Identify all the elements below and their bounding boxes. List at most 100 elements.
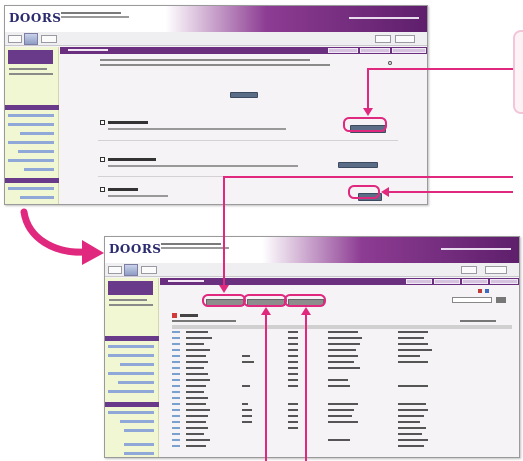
list-heading-blur — [180, 314, 198, 317]
help-button[interactable] — [461, 266, 477, 274]
section2-action-button[interactable] — [338, 162, 378, 168]
sidebar-item[interactable] — [108, 345, 154, 348]
table-cell — [288, 403, 298, 405]
table-row[interactable] — [172, 415, 180, 417]
tab[interactable] — [490, 279, 518, 284]
highlight-ring — [202, 294, 246, 307]
back-button[interactable] — [8, 35, 22, 43]
sidebar-item[interactable] — [8, 123, 54, 126]
sidebar-item[interactable] — [124, 429, 154, 432]
table-row[interactable] — [172, 361, 180, 363]
section-desc-blur — [108, 165, 298, 167]
sidebar-item[interactable] — [24, 168, 54, 171]
sidebar-item[interactable] — [8, 141, 54, 144]
section-checkbox[interactable] — [100, 187, 105, 192]
sidebar-item[interactable] — [120, 420, 154, 423]
sidebar-item[interactable] — [108, 411, 154, 414]
table-row[interactable] — [172, 445, 180, 447]
tab[interactable] — [328, 48, 358, 53]
table-cell — [186, 385, 206, 387]
intro-action-button[interactable] — [230, 92, 258, 98]
table-row[interactable] — [172, 433, 180, 435]
table-cell — [328, 421, 358, 423]
sidebar-item[interactable] — [108, 372, 154, 375]
table-row[interactable] — [172, 367, 180, 369]
arrowhead-icon — [363, 108, 373, 116]
table-header — [172, 325, 512, 329]
table-row[interactable] — [172, 385, 180, 387]
page-titlebar — [60, 47, 427, 54]
table-cell — [288, 367, 298, 369]
table-row[interactable] — [172, 337, 180, 339]
sidebar-brand-button[interactable] — [108, 281, 153, 295]
table-cell — [186, 391, 204, 393]
table-row[interactable] — [172, 373, 180, 375]
sidebar-item[interactable] — [108, 390, 154, 393]
table-row[interactable] — [172, 421, 180, 423]
help-button[interactable] — [375, 35, 391, 43]
table-row[interactable] — [172, 349, 180, 351]
tab[interactable] — [360, 48, 390, 53]
table-cell — [328, 361, 354, 363]
tab[interactable] — [406, 279, 432, 284]
table-cell — [328, 403, 358, 405]
connector-line — [223, 176, 513, 178]
section-checkbox[interactable] — [100, 157, 105, 162]
intro-text-blur — [100, 59, 310, 61]
table-body — [172, 331, 512, 457]
logout-button[interactable] — [395, 35, 415, 43]
connector-line — [265, 312, 267, 461]
logo-subtitle-blur — [161, 243, 231, 249]
home-icon[interactable] — [124, 264, 138, 276]
table-cell — [186, 343, 204, 345]
table-row[interactable] — [172, 391, 180, 393]
tab[interactable] — [462, 279, 488, 284]
table-row[interactable] — [172, 331, 180, 333]
sidebar-item[interactable] — [20, 132, 54, 135]
sidebar-user-blur — [9, 68, 47, 70]
section-desc-blur — [108, 128, 286, 130]
table-row[interactable] — [172, 379, 180, 381]
table-row[interactable] — [172, 355, 180, 357]
sidebar-item[interactable] — [8, 114, 54, 117]
section-checkbox[interactable] — [100, 120, 105, 125]
sidebar-user-blur — [9, 73, 53, 75]
forward-button[interactable] — [141, 266, 157, 274]
home-icon[interactable] — [24, 33, 38, 45]
sidebar-item[interactable] — [108, 354, 154, 357]
logout-button[interactable] — [485, 266, 507, 274]
sidebar-item[interactable] — [8, 187, 54, 190]
table-cell — [398, 433, 422, 435]
tab[interactable] — [434, 279, 460, 284]
pagination-blur[interactable] — [460, 320, 496, 322]
table-cell — [398, 415, 424, 417]
sidebar-brand-button[interactable] — [8, 50, 53, 64]
table-row[interactable] — [172, 403, 180, 405]
sidebar-item[interactable] — [118, 381, 154, 384]
back-button[interactable] — [108, 266, 122, 274]
sidebar-item[interactable] — [124, 452, 154, 455]
table-cell — [398, 385, 428, 387]
table-row[interactable] — [172, 343, 180, 345]
table-row[interactable] — [172, 439, 180, 441]
table-row[interactable] — [172, 427, 180, 429]
table-cell — [186, 433, 204, 435]
filter-select[interactable] — [452, 297, 492, 303]
app-header: DOORS — [105, 237, 519, 263]
close-icon[interactable] — [388, 61, 392, 65]
table-row[interactable] — [172, 409, 180, 411]
sidebar-section-header — [105, 336, 159, 341]
sidebar-item[interactable] — [124, 443, 154, 446]
table-cell — [242, 421, 252, 423]
tab[interactable] — [392, 48, 426, 53]
table-row[interactable] — [172, 397, 180, 399]
sidebar-item[interactable] — [20, 196, 54, 199]
table-cell — [186, 355, 206, 357]
forward-button[interactable] — [41, 35, 57, 43]
sidebar-item[interactable] — [120, 363, 154, 366]
arrowhead-icon — [301, 307, 311, 315]
app-logo: DOORS — [109, 242, 162, 256]
sidebar-item[interactable] — [18, 150, 54, 153]
filter-go-button[interactable] — [496, 297, 506, 303]
sidebar-item[interactable] — [8, 159, 54, 162]
